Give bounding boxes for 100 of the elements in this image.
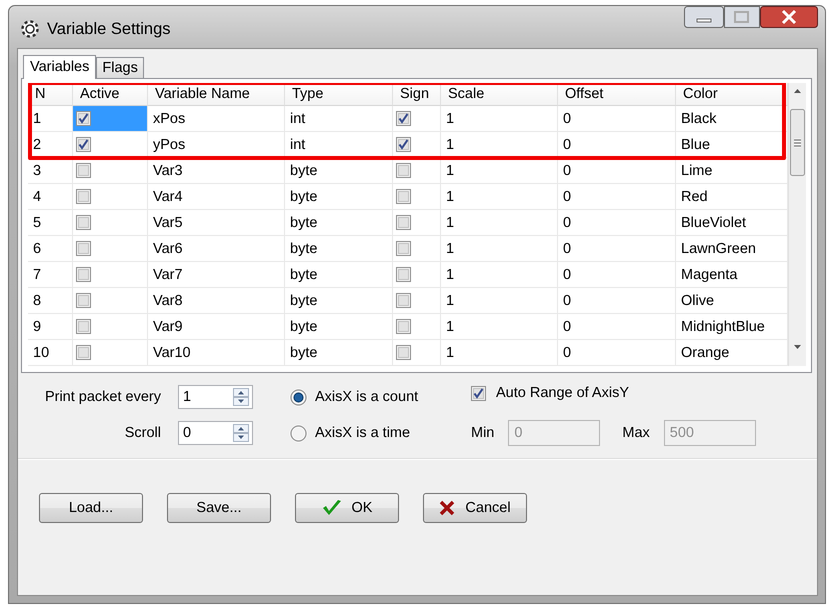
table-cell: 8: [28, 288, 73, 314]
table-row[interactable]: 2 yPos int 1 0 Blue: [28, 132, 788, 158]
dialog-button[interactable]: Cancel: [423, 493, 527, 523]
table-cell[interactable]: [73, 210, 148, 236]
table-cell: yPos: [148, 132, 285, 158]
table-cell: byte: [285, 262, 393, 288]
table-cell[interactable]: [73, 184, 148, 210]
dialog-button[interactable]: Load...: [39, 493, 143, 523]
checkbox-label: Auto Range of AxisY: [496, 385, 629, 401]
table-cell: byte: [285, 158, 393, 184]
table-cell: 1: [441, 340, 558, 366]
table-cell[interactable]: [73, 236, 148, 262]
checkbox[interactable]: [396, 215, 411, 230]
table-cell: 0: [558, 210, 676, 236]
number-field[interactable]: 0: [178, 421, 253, 445]
table-cell: byte: [285, 210, 393, 236]
table-cell[interactable]: [73, 132, 148, 158]
tab[interactable]: Flags: [96, 57, 144, 78]
table-cell: 0: [558, 158, 676, 184]
table-cell: Var4: [148, 184, 285, 210]
column-header[interactable]: Offset: [558, 83, 676, 106]
spin-arrows-icon[interactable]: [232, 387, 250, 407]
table-row[interactable]: 8 Var8 byte 1 0 Olive: [28, 288, 788, 314]
table-cell: 1: [441, 288, 558, 314]
tab[interactable]: Variables: [23, 55, 96, 79]
checkbox[interactable]: [396, 241, 411, 256]
table-cell: 1: [441, 184, 558, 210]
checkbox[interactable]: [76, 293, 91, 308]
checkbox[interactable]: [396, 319, 411, 334]
checkbox[interactable]: [471, 386, 486, 400]
table-cell: Var3: [148, 158, 285, 184]
table-row[interactable]: 4 Var4 byte 1 0 Red: [28, 184, 788, 210]
table-cell: 0: [558, 262, 676, 288]
table-cell[interactable]: [73, 314, 148, 340]
table-row[interactable]: 6 Var6 byte 1 0 LawnGreen: [28, 236, 788, 262]
table-row[interactable]: 7 Var7 byte 1 0 Magenta: [28, 262, 788, 288]
table-cell: 1: [441, 262, 558, 288]
checkbox[interactable]: [396, 345, 411, 360]
cross-icon: [439, 500, 456, 516]
table-cell[interactable]: [73, 158, 148, 184]
table-cell[interactable]: [73, 106, 148, 132]
maximize-button[interactable]: [724, 6, 760, 28]
checkbox[interactable]: [76, 345, 91, 360]
spin-arrows-icon[interactable]: [232, 423, 250, 443]
checkbox[interactable]: [76, 189, 91, 204]
table-cell: 1: [441, 132, 558, 158]
checkmark-icon: [322, 499, 342, 517]
table-cell: Var10: [148, 340, 285, 366]
checkbox[interactable]: [396, 163, 411, 178]
table-cell: 2: [28, 132, 73, 158]
checkbox[interactable]: [76, 215, 91, 230]
table-cell: 0: [558, 288, 676, 314]
table-cell[interactable]: [73, 288, 148, 314]
table-cell: byte: [285, 340, 393, 366]
table-cell[interactable]: [73, 262, 148, 288]
table-cell: xPos: [148, 106, 285, 132]
dialog-button[interactable]: Save...: [167, 493, 271, 523]
table-cell: int: [285, 106, 393, 132]
table-cell: 0: [558, 314, 676, 340]
checkbox[interactable]: [76, 241, 91, 256]
checkbox[interactable]: [76, 267, 91, 282]
table-cell: 3: [28, 158, 73, 184]
table-row[interactable]: 10 Var10 byte 1 0 Orange: [28, 340, 788, 366]
checkbox[interactable]: [76, 111, 91, 126]
table-row[interactable]: 3 Var3 byte 1 0 Lime: [28, 158, 788, 184]
column-header[interactable]: Variable Name: [148, 83, 285, 106]
checkbox[interactable]: [396, 293, 411, 308]
close-button[interactable]: [760, 6, 818, 28]
radio-label: AxisX is a time: [315, 425, 410, 441]
column-header[interactable]: Active: [73, 83, 148, 106]
scrollbar[interactable]: [788, 83, 806, 366]
radio-button[interactable]: [290, 388, 307, 406]
table-cell[interactable]: [73, 340, 148, 366]
table-row[interactable]: 5 Var5 byte 1 0 BlueViolet: [28, 210, 788, 236]
column-header[interactable]: Type: [285, 83, 393, 106]
table-cell: Var5: [148, 210, 285, 236]
number-field[interactable]: 1: [178, 385, 253, 409]
checkbox[interactable]: [76, 163, 91, 178]
minimize-button[interactable]: [684, 6, 724, 28]
checkbox[interactable]: [76, 319, 91, 334]
checkbox[interactable]: [396, 137, 411, 152]
dialog-button[interactable]: OK: [295, 493, 399, 523]
table-cell: 9: [28, 314, 73, 340]
checkbox[interactable]: [396, 189, 411, 204]
checkbox[interactable]: [396, 267, 411, 282]
table-cell: 0: [558, 106, 676, 132]
table-cell: Var6: [148, 236, 285, 262]
checkbox[interactable]: [76, 137, 91, 152]
field-label: Max: [622, 425, 650, 441]
column-header[interactable]: Scale: [441, 83, 558, 106]
field-label: Scroll: [124, 425, 161, 441]
gear-icon: [19, 18, 41, 40]
table-cell: byte: [285, 288, 393, 314]
table-row[interactable]: 9 Var9 byte 1 0 MidnightBlue: [28, 314, 788, 340]
table-cell: 1: [441, 210, 558, 236]
table-row[interactable]: 1 xPos int 1 0 Black: [28, 106, 788, 132]
radio-button[interactable]: [290, 424, 307, 442]
checkbox[interactable]: [396, 111, 411, 126]
column-header[interactable]: Sign: [393, 83, 441, 106]
table-cell: 0: [558, 132, 676, 158]
